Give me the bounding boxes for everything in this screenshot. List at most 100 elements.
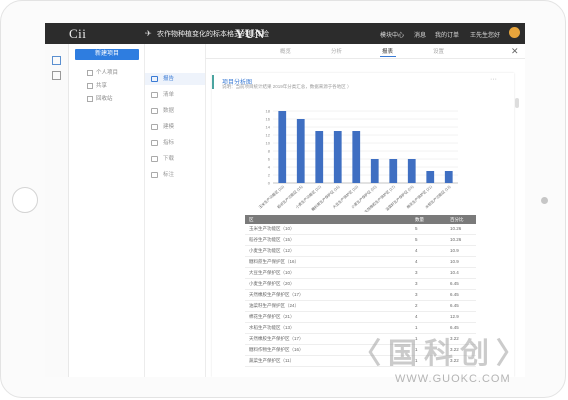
y-tick-label: 0 <box>268 181 271 186</box>
list-icon <box>151 91 158 98</box>
tab-bar: 概览 分析 报表 设置 <box>205 44 525 59</box>
logo-part1: Cii <box>69 26 87 41</box>
icon-rail <box>45 44 69 377</box>
cell-region: 蔬菜生产保护区（11） <box>249 358 295 363</box>
y-tick-label: 14 <box>266 125 271 130</box>
table-row: 小麦生产功能区（12） 4 10.9 <box>245 246 476 257</box>
cell-count: 4 <box>415 314 418 319</box>
y-tick-label: 18 <box>266 109 271 114</box>
cell-percent: 10.9 <box>450 248 459 253</box>
cell-percent: 10.26 <box>450 237 462 242</box>
cell-region: 水稻生产功能区（13） <box>249 325 295 330</box>
sidebar-item-label: 回收站 <box>96 96 113 102</box>
cell-percent: 10.9 <box>450 259 459 264</box>
cell-region: 糖料作物生产保护区（16） <box>249 347 304 352</box>
module-tag[interactable]: 标注 <box>145 169 205 181</box>
tab-settings[interactable]: 设置 <box>433 47 444 55</box>
nav-orders[interactable]: 我的订单 <box>435 30 459 39</box>
new-project-button[interactable]: 新建项目 <box>75 49 139 60</box>
cell-count: 3 <box>415 281 418 286</box>
cell-region: 小麦生产保护区（20） <box>249 281 295 286</box>
cell-percent: 10.26 <box>450 226 462 231</box>
bar <box>389 159 398 183</box>
cell-count: 3 <box>415 270 418 275</box>
bar <box>352 131 361 183</box>
active-tab-indicator <box>380 56 396 57</box>
table-row: 小麦生产保护区（20） 3 6.45 <box>245 279 476 290</box>
folder-icon <box>87 69 93 76</box>
cell-region: 棉花生产保护区（21） <box>249 314 295 319</box>
close-icon[interactable]: ✕ <box>511 46 519 57</box>
module-label: 建模 <box>163 124 175 130</box>
module-list[interactable]: 清单 <box>145 89 205 101</box>
bar <box>426 171 435 183</box>
cell-region: 稻谷生产功能区（15） <box>249 237 295 242</box>
bar <box>333 131 342 183</box>
y-tick-label: 4 <box>268 165 271 170</box>
module-label: 指标 <box>163 140 175 146</box>
bar <box>296 119 305 183</box>
model-icon <box>151 123 158 130</box>
module-label: 清单 <box>163 92 175 98</box>
y-tick-label: 12 <box>266 133 271 138</box>
trash-icon <box>87 95 93 102</box>
table-row: 稻谷生产功能区（15） 5 10.26 <box>245 235 476 246</box>
cell-region: 天然橡胶生产保护区（17） <box>249 292 304 297</box>
cell-region: 天然橡胶生产保护区（17） <box>249 336 304 341</box>
app-screen: Cii YUN ✈ 农作物种植变化的标本格式的集体检 模块中心 消息 我的订单 王… <box>45 23 525 377</box>
cell-count: 4 <box>415 259 418 264</box>
nav-module-center[interactable]: 模块中心 <box>380 30 404 39</box>
panel-subtitle: 说明：当前项目统计结果 2019年分类汇总，数据来源于各地区 ） <box>222 84 352 89</box>
tag-icon <box>151 171 158 178</box>
download-icon <box>151 155 158 162</box>
module-sidebar: 报告 清单 数据 建模 指标 下载 标注 <box>145 44 206 377</box>
bar <box>315 131 324 183</box>
module-download[interactable]: 下载 <box>145 153 205 165</box>
table-row: 油菜籽生产保护区（24） 2 6.45 <box>245 301 476 312</box>
header-region: 区 <box>249 217 254 222</box>
bar <box>370 159 379 183</box>
cell-percent: 6.45 <box>450 292 459 297</box>
module-data[interactable]: 数据 <box>145 105 205 117</box>
home-button[interactable] <box>12 187 38 213</box>
table-row: 天然橡胶生产保护区（17） 3 6.45 <box>245 290 476 301</box>
sidebar-item-label: 共享 <box>96 83 108 89</box>
project-icon[interactable] <box>52 56 61 65</box>
y-tick-label: 2 <box>268 173 271 178</box>
calendar-icon[interactable] <box>52 71 61 80</box>
cell-region: 糖料蔗生产保护区（16） <box>249 259 300 264</box>
scrollbar[interactable] <box>515 98 519 108</box>
module-report[interactable]: 报告 <box>145 73 205 85</box>
cell-count: 4 <box>415 248 418 253</box>
nav-messages[interactable]: 消息 <box>414 30 426 39</box>
table-row: 玉米生产功能区（10） 5 10.26 <box>245 224 476 235</box>
camera-dot <box>541 197 548 204</box>
bar <box>444 171 453 183</box>
module-label: 下载 <box>163 156 175 162</box>
table-header: 区 数量 百分比 <box>245 215 476 224</box>
module-model[interactable]: 建模 <box>145 121 205 133</box>
cell-region: 大豆生产保护区（10） <box>249 270 295 275</box>
cell-count: 2 <box>415 303 418 308</box>
y-tick-label: 6 <box>268 157 271 162</box>
cell-region: 油菜籽生产保护区（24） <box>249 303 300 308</box>
cell-region: 玉米生产功能区（10） <box>249 226 295 231</box>
watermark-url: WWW.GUOKC.COM <box>395 373 511 385</box>
cell-count: 3 <box>415 292 418 297</box>
cell-region: 小麦生产功能区（12） <box>249 248 295 253</box>
rocket-icon: ✈ <box>145 29 152 38</box>
tab-report[interactable]: 报表 <box>382 47 393 55</box>
header-percent: 百分比 <box>450 217 464 222</box>
nav-user[interactable]: 王先生您好 <box>470 30 500 39</box>
tab-analysis[interactable]: 分析 <box>331 47 342 55</box>
cell-percent: 12.9 <box>450 314 459 319</box>
header-count: 数量 <box>415 217 424 222</box>
tab-overview[interactable]: 概览 <box>280 47 291 55</box>
module-label: 标注 <box>163 172 175 178</box>
avatar[interactable] <box>509 27 520 38</box>
cell-percent: 10.4 <box>450 270 459 275</box>
cell-percent: 6.45 <box>450 303 459 308</box>
module-label: 数据 <box>163 108 175 114</box>
more-options-icon[interactable]: ··· <box>490 76 497 83</box>
module-metrics[interactable]: 指标 <box>145 137 205 149</box>
